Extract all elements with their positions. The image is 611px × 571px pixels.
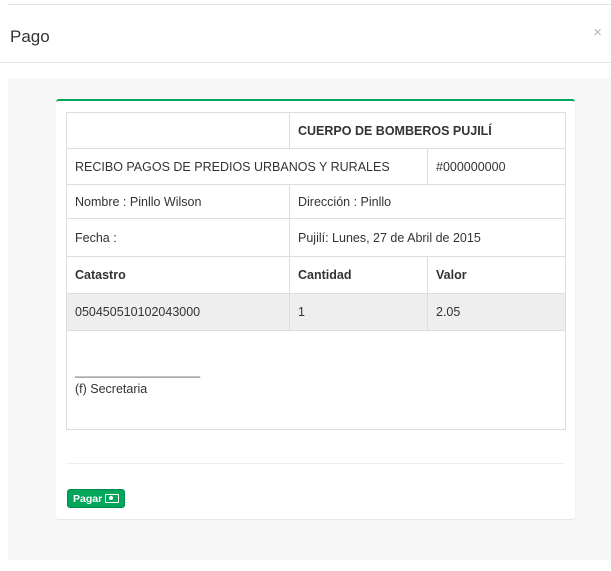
signature-row: __________________ (f) Secretaria	[66, 330, 566, 430]
owner-address: Dirección : Pinllo	[289, 184, 566, 219]
items-header-row: Catastro Cantidad Valor	[66, 256, 566, 294]
column-header-catastro: Catastro	[66, 256, 290, 294]
date-label: Fecha :	[66, 218, 290, 257]
empty-cell	[66, 112, 290, 149]
column-header-valor: Valor	[427, 256, 566, 294]
cell-valor: 2.05	[427, 293, 566, 331]
table-row: 050450510102043000 1 2.05	[66, 293, 566, 331]
organization-name: CUERPO DE BOMBEROS PUJILÍ	[289, 112, 566, 149]
receipt-panel: CUERPO DE BOMBEROS PUJILÍ RECIBO PAGOS D…	[56, 99, 575, 519]
column-header-cantidad: Cantidad	[289, 256, 428, 294]
divider	[66, 463, 565, 464]
receipt-date-row: Fecha : Pujilí: Lunes, 27 de Abril de 20…	[66, 218, 566, 257]
date-value: Pujilí: Lunes, 27 de Abril de 2015	[289, 218, 566, 257]
money-bill-icon	[105, 494, 120, 503]
receipt-header-row: CUERPO DE BOMBEROS PUJILÍ	[66, 112, 566, 149]
owner-name: Nombre : Pinllo Wilson	[66, 184, 290, 219]
payment-modal: Pago × CUERPO DE BOMBEROS PUJILÍ RECIBO …	[0, 0, 611, 571]
receipt-subtitle: RECIBO PAGOS DE PREDIOS URBANOS Y RURALE…	[66, 148, 428, 185]
receipt-number: #000000000	[427, 148, 566, 185]
signature-line: __________________	[75, 364, 201, 378]
cell-catastro: 050450510102043000	[66, 293, 290, 331]
receipt-owner-row: Nombre : Pinllo Wilson Dirección : Pinll…	[66, 184, 566, 219]
modal-header: Pago ×	[0, 5, 611, 63]
pay-button-label: Pagar	[73, 492, 103, 505]
cell-cantidad: 1	[289, 293, 428, 331]
close-button[interactable]: ×	[593, 25, 602, 40]
signature-cell: __________________ (f) Secretaria	[66, 330, 566, 430]
pay-button[interactable]: Pagar	[67, 489, 126, 508]
modal-title: Pago	[10, 27, 50, 46]
signature-label: (f) Secretaria	[75, 382, 148, 396]
receipt-subtitle-row: RECIBO PAGOS DE PREDIOS URBANOS Y RURALE…	[66, 148, 566, 185]
receipt-table: CUERPO DE BOMBEROS PUJILÍ RECIBO PAGOS D…	[66, 112, 566, 430]
